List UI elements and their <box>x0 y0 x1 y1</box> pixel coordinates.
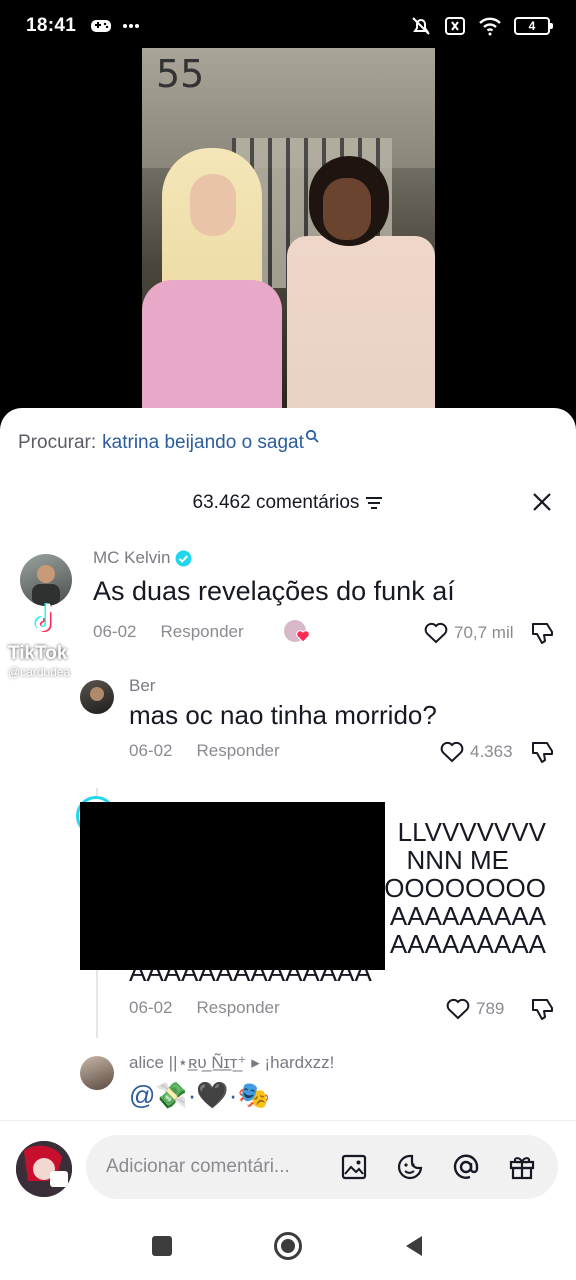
gamepad-icon <box>91 20 112 32</box>
comments-sheet: Procurar: katrina beijando o sagat 63.46… <box>0 408 576 1120</box>
verified-badge-icon <box>175 550 192 566</box>
like-count: 4.363 <box>470 742 513 761</box>
avatar[interactable] <box>80 680 114 714</box>
comment-input-placeholder: Adicionar comentári... <box>106 1156 290 1177</box>
image-button[interactable] <box>338 1151 370 1183</box>
comment-text: As duas revelações do funk aí <box>93 576 455 606</box>
comment-meta: 06-02 Responder <box>129 998 280 1018</box>
dislike-icon[interactable] <box>530 996 556 1022</box>
heart-icon <box>446 998 470 1020</box>
sticker-icon <box>398 1154 423 1180</box>
dislike-icon[interactable] <box>530 739 556 765</box>
like-button[interactable]: 789 <box>446 998 504 1020</box>
sim-x-icon <box>445 17 465 35</box>
search-query-link[interactable]: katrina beijando o sagat <box>102 432 304 454</box>
recents-button[interactable] <box>146 1230 178 1262</box>
comment-author[interactable]: MC Kelvin <box>93 548 192 568</box>
wifi-icon <box>479 17 501 36</box>
back-button[interactable] <box>398 1230 430 1262</box>
search-suggestion[interactable]: Procurar: katrina beijando o sagat <box>18 429 319 454</box>
comment-text: @💸·🖤·🎭 <box>129 1080 270 1110</box>
sort-icon[interactable] <box>365 496 383 510</box>
tiktok-watermark: TikTok @cardudea <box>8 598 108 679</box>
tiktok-watermark-handle: @cardudea <box>8 665 71 679</box>
sticker-button[interactable] <box>394 1151 426 1183</box>
comments-header: 63.462 comentários <box>0 488 576 518</box>
status-left-icons <box>90 18 140 34</box>
video-person-left <box>142 148 282 410</box>
more-dots-icon <box>123 24 140 28</box>
circle-home-icon <box>274 1232 302 1260</box>
reply-button[interactable]: Responder <box>196 741 279 761</box>
battery-level: 4 <box>528 19 536 33</box>
system-nav-bar <box>0 1216 576 1280</box>
status-bar: 18:41 4 <box>0 0 576 52</box>
muted-bell-icon <box>412 17 430 35</box>
tiktok-watermark-name: TikTok <box>8 643 68 664</box>
heart-icon <box>424 622 448 644</box>
like-button[interactable]: 70,7 mil <box>424 622 514 644</box>
like-count: 70,7 mil <box>454 623 514 642</box>
home-button[interactable] <box>272 1230 304 1262</box>
reply-button[interactable]: Responder <box>160 622 243 642</box>
status-time: 18:41 <box>26 15 77 36</box>
comment-meta: 06-02 Responder <box>129 741 280 761</box>
status-right-icons: 4 <box>410 15 553 37</box>
redaction-block <box>80 802 385 970</box>
wall-number: 55 <box>156 52 205 96</box>
at-sign-icon <box>453 1154 479 1179</box>
search-prefix: Procurar: <box>18 432 97 453</box>
video-person-right <box>287 156 435 410</box>
mention-button[interactable] <box>450 1151 482 1183</box>
like-button[interactable]: 4.363 <box>440 741 513 763</box>
comment-meta: 06-02 Responder <box>93 622 244 642</box>
search-icon <box>305 429 319 443</box>
comments-count: 63.462 comentários <box>192 492 360 513</box>
tiktok-logo-icon <box>34 603 58 632</box>
back-triangle-icon <box>406 1236 422 1256</box>
avatar[interactable] <box>80 1056 114 1090</box>
gift-icon <box>509 1157 535 1180</box>
comment-date: 06-02 <box>129 998 173 1017</box>
comment-date: 06-02 <box>129 741 173 760</box>
like-count: 789 <box>476 999 505 1018</box>
close-icon <box>533 493 551 511</box>
comment-author[interactable]: Ber <box>129 676 155 696</box>
comment-author[interactable]: alice ||⋆ʀ̲ᴜ̲ Ñ̲ɪ̲ᴛ̲⁺ ▸ ¡hardxzz! <box>129 1053 334 1073</box>
current-user-avatar[interactable] <box>16 1141 72 1197</box>
comment-input[interactable]: Adicionar comentári... <box>86 1135 558 1199</box>
comment-text: mas oc nao tinha morrido? <box>129 700 437 730</box>
creator-heart-icon <box>296 630 310 643</box>
reply-button[interactable]: Responder <box>196 998 279 1018</box>
video-player[interactable]: 55 <box>142 48 435 410</box>
close-button[interactable] <box>528 488 556 516</box>
square-icon <box>152 1236 172 1256</box>
image-icon <box>341 1154 367 1180</box>
dislike-icon[interactable] <box>530 620 556 646</box>
comment-input-bar: Adicionar comentári... <box>0 1120 576 1216</box>
heart-icon <box>440 741 464 763</box>
gift-button[interactable] <box>506 1151 538 1183</box>
battery-icon: 4 <box>514 17 553 35</box>
